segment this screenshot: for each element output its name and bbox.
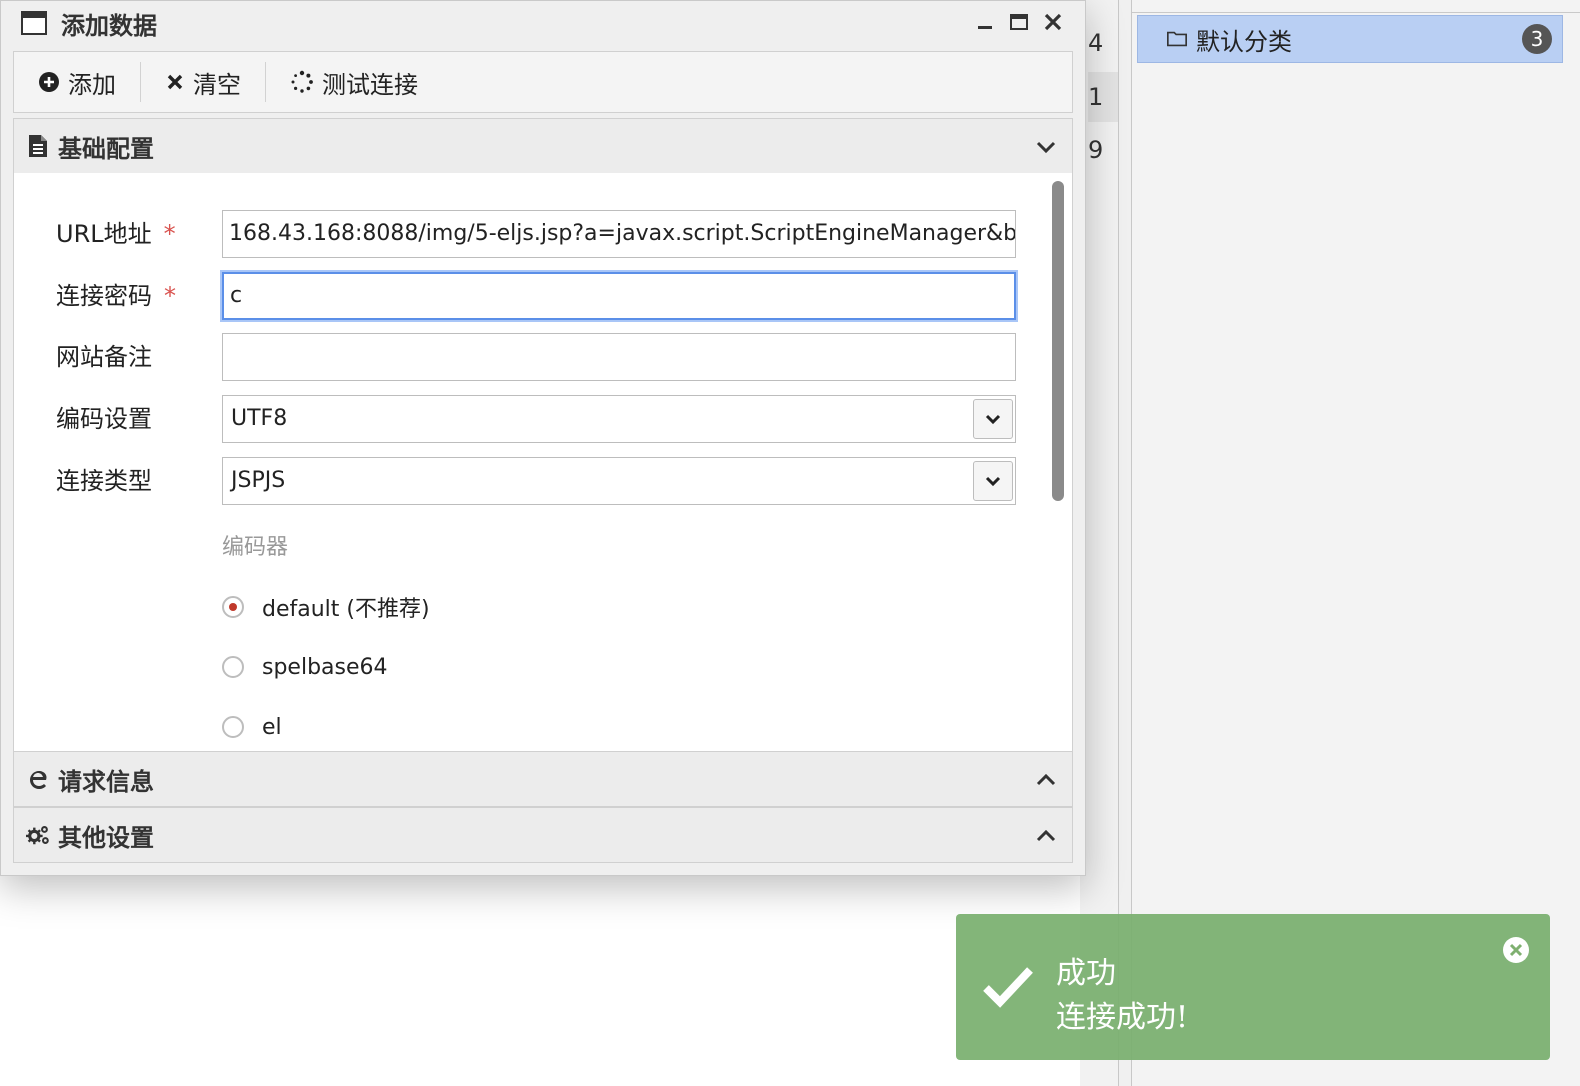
toast-message: 连接成功! <box>1056 1000 1189 1035</box>
type-row: 连接类型 JSPJS <box>14 457 1034 505</box>
note-label: 网站备注 <box>56 343 152 371</box>
list-item-number[interactable]: 4 <box>1088 18 1118 68</box>
chevron-down-icon <box>985 476 1001 487</box>
encoder-option-label: el <box>262 714 282 740</box>
radio-button[interactable] <box>222 716 244 738</box>
list-item-number[interactable]: 1 <box>1088 72 1118 122</box>
clear-button[interactable]: 清空 <box>141 52 265 112</box>
encoder-option-label: spelbase64 <box>262 654 388 680</box>
plus-circle-icon <box>39 72 59 92</box>
maximize-icon <box>1010 14 1028 30</box>
file-text-icon <box>29 135 47 157</box>
note-input[interactable] <box>222 333 1016 381</box>
scrollbar-thumb[interactable] <box>1052 181 1064 501</box>
type-select-value: JSPJS <box>231 468 286 493</box>
url-input[interactable]: 168.43.168:8088/img/5-eljs.jsp?a=javax.s… <box>222 210 1016 258</box>
add-button[interactable]: 添加 <box>14 52 140 112</box>
password-label-text: 连接密码 <box>56 282 152 310</box>
basic-config-form: URL地址 * 168.43.168:8088/img/5-eljs.jsp?a=… <box>13 173 1073 751</box>
chevron-down-icon <box>985 414 1001 425</box>
list-item-number[interactable]: 9 <box>1088 125 1118 175</box>
required-mark: * <box>163 220 176 248</box>
encoding-label: 编码设置 <box>56 405 152 433</box>
required-mark: * <box>164 282 176 310</box>
encoding-dropdown-button[interactable] <box>973 399 1013 439</box>
dialog-title: 添加数据 <box>61 11 157 40</box>
minimize-button[interactable] <box>971 7 999 37</box>
section-request-info-header[interactable]: 请求信息 <box>13 751 1073 807</box>
times-icon <box>167 74 183 90</box>
category-count-badge: 3 <box>1522 24 1552 54</box>
category-panel-header <box>1132 0 1580 13</box>
encoder-option-label: default (不推荐) <box>262 597 430 622</box>
category-item-default[interactable]: 默认分类 3 <box>1137 15 1563 63</box>
encoding-select-value: UTF8 <box>231 406 288 431</box>
spinner-icon <box>291 70 313 93</box>
toast-close-icon[interactable] <box>1502 936 1530 964</box>
section-request-info-title: 请求信息 <box>58 767 154 796</box>
section-other-settings-title: 其他设置 <box>58 823 154 852</box>
encoding-row: 编码设置 UTF8 <box>14 395 1034 443</box>
dialog-toolbar: 添加 清空 测试连接 <box>13 51 1073 113</box>
success-toast: 成功 连接成功! <box>956 914 1550 1060</box>
encoder-option-spelbase64[interactable]: spelbase64 <box>222 649 388 685</box>
encoder-option-el[interactable]: el <box>222 709 282 745</box>
maximize-button[interactable] <box>1005 7 1033 37</box>
close-icon <box>1044 13 1062 31</box>
encoder-option-default[interactable]: default (不推荐) <box>222 589 430 625</box>
close-button[interactable] <box>1039 7 1067 37</box>
section-basic-config-title: 基础配置 <box>58 134 154 163</box>
folder-icon <box>1167 31 1187 47</box>
radio-button[interactable] <box>222 656 244 678</box>
type-dropdown-button[interactable] <box>973 461 1013 501</box>
password-label: 连接密码 * <box>56 272 176 320</box>
password-input[interactable]: c <box>222 272 1016 320</box>
add-button-label: 添加 <box>68 70 116 99</box>
type-select[interactable]: JSPJS <box>222 457 1016 505</box>
chevron-up-icon <box>1036 829 1056 842</box>
checkmark-icon <box>983 967 1033 1008</box>
test-connection-button[interactable]: 测试连接 <box>266 52 442 112</box>
encoding-select[interactable]: UTF8 <box>222 395 1016 443</box>
note-row: 网站备注 <box>14 333 1034 381</box>
password-row: 连接密码 * c <box>14 272 1034 320</box>
minimize-icon <box>978 26 992 29</box>
form-scrollbar[interactable] <box>1050 177 1066 747</box>
section-other-settings-header[interactable]: 其他设置 <box>13 807 1073 863</box>
encoder-group-label: 编码器 <box>222 535 289 560</box>
ie-icon <box>30 771 47 789</box>
url-row: URL地址 * 168.43.168:8088/img/5-eljs.jsp?a=… <box>14 210 1034 258</box>
window-icon <box>21 11 47 35</box>
test-connection-label: 测试连接 <box>322 70 418 99</box>
add-data-dialog: 添加数据 添加 清空 测试连接 基础配置 URL地址 * 168.43.168:… <box>0 0 1086 876</box>
category-name: 默认分类 <box>1196 27 1292 56</box>
type-label: 连接类型 <box>56 467 152 495</box>
url-label-text: URL地址 <box>56 220 152 248</box>
chevron-down-icon <box>1036 141 1056 154</box>
chevron-up-icon <box>1036 773 1056 786</box>
section-basic-config-header[interactable]: 基础配置 <box>13 118 1073 174</box>
dialog-titlebar[interactable]: 添加数据 <box>1 1 1085 45</box>
radio-button[interactable] <box>222 596 244 618</box>
toast-title: 成功 <box>1056 956 1116 991</box>
clear-button-label: 清空 <box>193 70 241 99</box>
gears-icon <box>26 826 49 845</box>
url-label: URL地址 * <box>56 210 176 258</box>
